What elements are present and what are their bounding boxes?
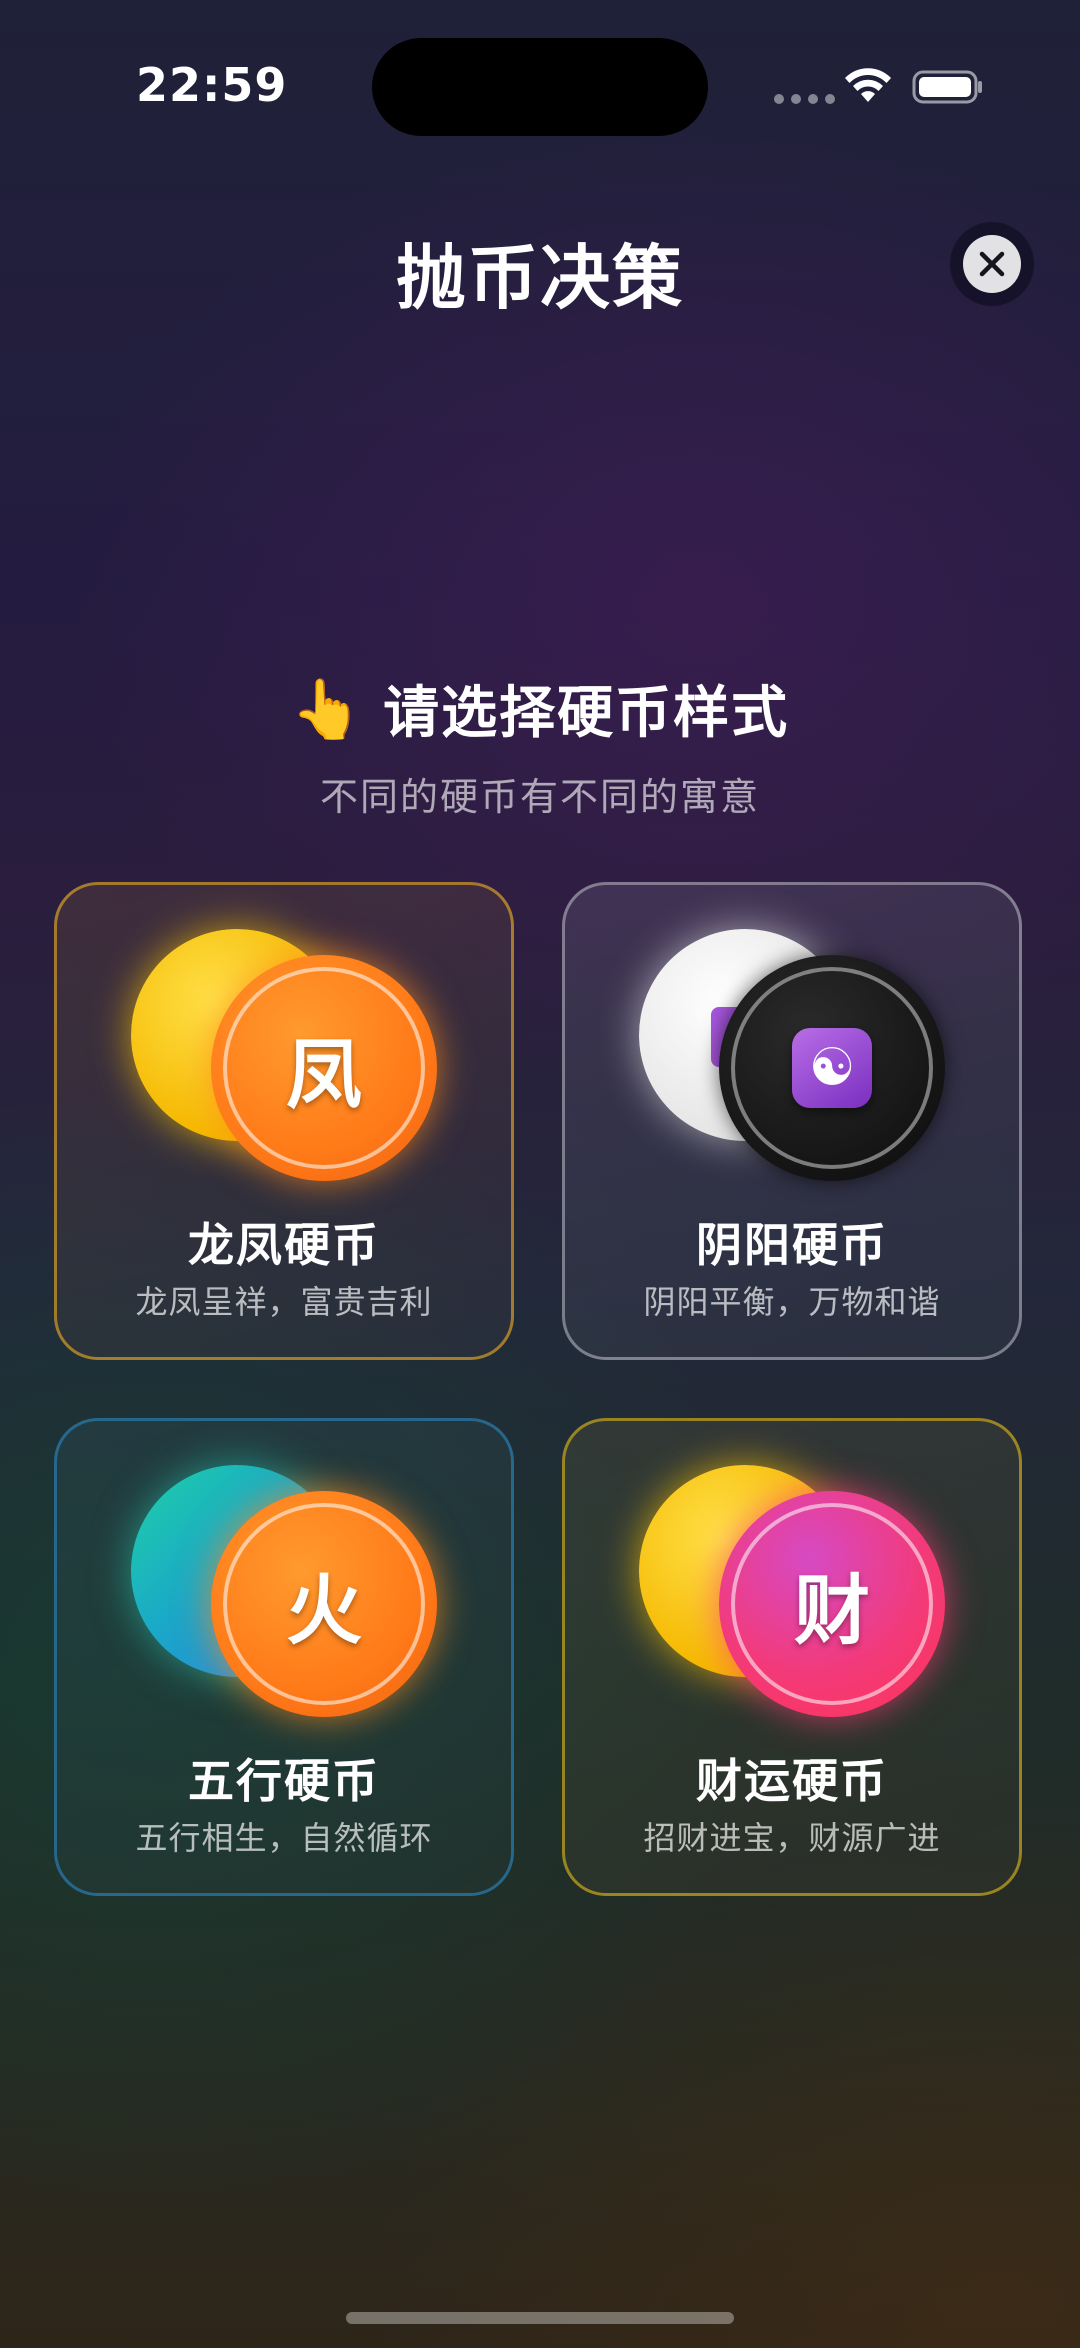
pointing-hand-icon: 👆 <box>290 674 364 743</box>
close-button[interactable] <box>950 222 1034 306</box>
card-description: 龙凤呈祥，富贵吉利 <box>135 1283 433 1321</box>
coin-style-card-wuxing[interactable]: 火 五行硬币 五行相生，自然循环 <box>54 1418 514 1896</box>
prompt-row: 👆 请选择硬币样式 <box>0 668 1080 749</box>
coin-front-icon: 凤 <box>211 955 437 1181</box>
coin-front-icon: 财 <box>719 1491 945 1717</box>
status-time: 22:59 <box>136 58 288 112</box>
card-title: 五行硬币 <box>188 1754 380 1808</box>
coin-character: 火 <box>286 1566 362 1655</box>
card-title: 阴阳硬币 <box>696 1218 888 1272</box>
coin-character: 财 <box>794 1566 870 1655</box>
prompt-subtitle: 不同的硬币有不同的寓意 <box>319 775 760 819</box>
card-description: 阴阳平衡，万物和谐 <box>643 1283 941 1321</box>
coin-character: 凤 <box>286 1030 362 1119</box>
status-bar: 22:59 <box>0 0 1080 180</box>
card-title: 龙凤硬币 <box>188 1218 380 1272</box>
prompt-title: 请选择硬币样式 <box>383 681 790 746</box>
home-indicator[interactable] <box>346 2312 734 2324</box>
page-title: 抛币决策 <box>396 237 684 319</box>
coin-front-icon: 火 <box>211 1491 437 1717</box>
coin-style-card-yinyang[interactable]: ☯ 阴阳硬币 阴阳平衡，万物和谐 <box>562 882 1022 1360</box>
dynamic-island <box>372 38 708 136</box>
coin-style-card-longfeng[interactable]: 凤 龙凤硬币 龙凤呈祥，富贵吉利 <box>54 882 514 1360</box>
yin-yang-icon: ☯ <box>792 1028 872 1108</box>
battery-icon <box>912 70 982 104</box>
card-title: 财运硬币 <box>696 1754 888 1808</box>
card-description: 五行相生，自然循环 <box>135 1819 433 1857</box>
close-icon <box>979 251 1005 277</box>
coin-style-card-caiyun[interactable]: 财 财运硬币 招财进宝，财源广进 <box>562 1418 1022 1896</box>
coin-front-icon: ☯ <box>719 955 945 1181</box>
cellular-signal-icon <box>774 94 835 104</box>
wifi-icon <box>845 68 891 102</box>
card-description: 招财进宝，财源广进 <box>643 1819 941 1857</box>
